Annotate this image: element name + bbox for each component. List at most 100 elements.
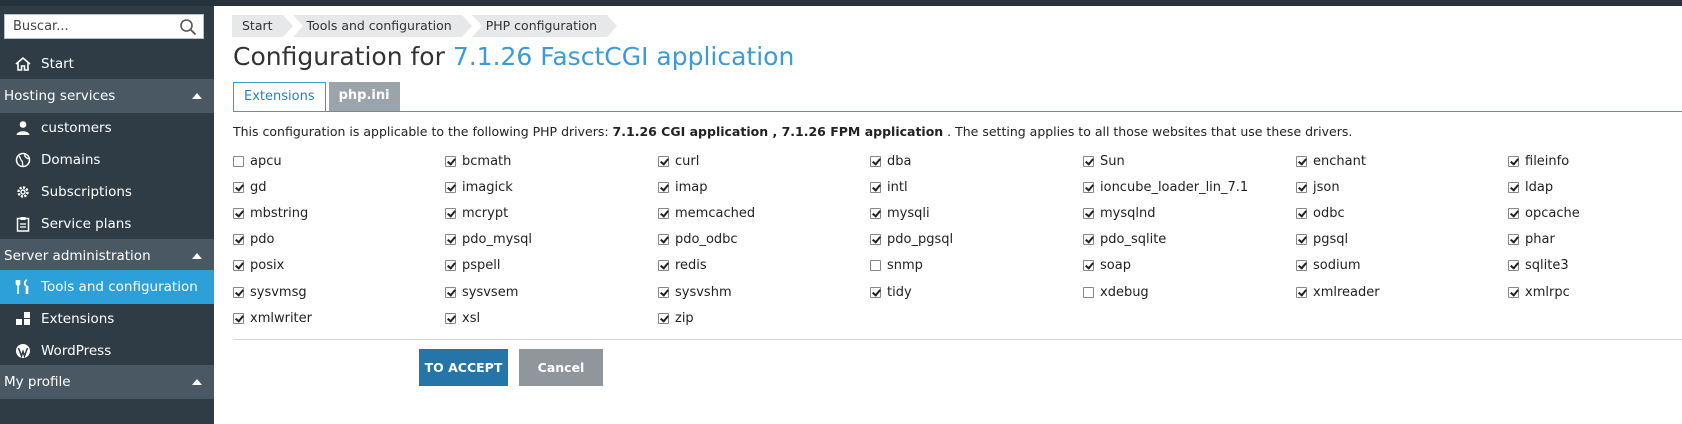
extension-checkbox[interactable] bbox=[1083, 207, 1094, 219]
extension-gd[interactable]: gd bbox=[233, 177, 267, 197]
extension-checkbox[interactable] bbox=[870, 155, 881, 167]
extension-mysqlnd[interactable]: mysqlnd bbox=[1083, 203, 1156, 223]
extension-tidy[interactable]: tidy bbox=[870, 282, 912, 302]
extension-checkbox[interactable] bbox=[658, 181, 669, 193]
extension-checkbox[interactable] bbox=[233, 286, 244, 298]
extension-sysvshm[interactable]: sysvshm bbox=[658, 282, 732, 302]
extension-enchant[interactable]: enchant bbox=[1296, 151, 1366, 171]
extension-apcu[interactable]: apcu bbox=[233, 151, 282, 171]
extension-checkbox[interactable] bbox=[870, 286, 881, 298]
accept-button[interactable]: TO ACCEPT bbox=[419, 349, 508, 386]
extension-ldap[interactable]: ldap bbox=[1508, 177, 1553, 197]
extension-soap[interactable]: soap bbox=[1083, 256, 1131, 276]
extension-memcached[interactable]: memcached bbox=[658, 203, 755, 223]
breadcrumb-start[interactable]: Start bbox=[232, 15, 293, 37]
extension-xmlrpc[interactable]: xmlrpc bbox=[1508, 282, 1570, 302]
search-input[interactable] bbox=[5, 15, 170, 38]
extension-checkbox[interactable] bbox=[1508, 155, 1519, 167]
extension-checkbox[interactable] bbox=[1296, 181, 1307, 193]
extension-checkbox[interactable] bbox=[1508, 181, 1519, 193]
extension-pdo[interactable]: pdo bbox=[233, 230, 274, 250]
breadcrumb-tools-and-configuration[interactable]: Tools and configuration bbox=[292, 15, 472, 37]
extension-checkbox[interactable] bbox=[1508, 260, 1519, 272]
extension-sun[interactable]: Sun bbox=[1083, 151, 1125, 171]
extension-pdo-mysql[interactable]: pdo_mysql bbox=[445, 230, 532, 250]
extension-pdo-odbc[interactable]: pdo_odbc bbox=[658, 230, 738, 250]
extension-json[interactable]: json bbox=[1296, 177, 1340, 197]
extension-checkbox[interactable] bbox=[445, 207, 456, 219]
search-icon[interactable] bbox=[179, 18, 197, 36]
extension-checkbox[interactable] bbox=[233, 234, 244, 246]
extension-xmlreader[interactable]: xmlreader bbox=[1296, 282, 1380, 302]
extension-mysqli[interactable]: mysqli bbox=[870, 203, 930, 223]
extension-checkbox[interactable] bbox=[233, 260, 244, 272]
extension-checkbox[interactable] bbox=[445, 312, 456, 324]
sidebar-item-customers[interactable]: customers bbox=[0, 111, 214, 145]
extension-checkbox[interactable] bbox=[870, 234, 881, 246]
section-hosting-services[interactable]: Hosting services bbox=[0, 79, 214, 113]
sidebar-item-tools-and-configuration[interactable]: Tools and configuration bbox=[0, 270, 214, 304]
extension-checkbox[interactable] bbox=[1083, 234, 1094, 246]
extension-imap[interactable]: imap bbox=[658, 177, 708, 197]
search-box[interactable] bbox=[4, 14, 204, 39]
extension-fileinfo[interactable]: fileinfo bbox=[1508, 151, 1569, 171]
extension-checkbox[interactable] bbox=[445, 260, 456, 272]
extension-odbc[interactable]: odbc bbox=[1296, 203, 1345, 223]
extension-checkbox[interactable] bbox=[1083, 155, 1094, 167]
extension-sodium[interactable]: sodium bbox=[1296, 256, 1361, 276]
extension-checkbox[interactable] bbox=[233, 312, 244, 324]
extension-checkbox[interactable] bbox=[233, 207, 244, 219]
extension-checkbox[interactable] bbox=[870, 181, 881, 193]
extension-checkbox[interactable] bbox=[1508, 286, 1519, 298]
extension-checkbox[interactable] bbox=[870, 260, 881, 272]
sidebar-item-wordpress[interactable]: WordPress bbox=[0, 334, 214, 368]
extension-xmlwriter[interactable]: xmlwriter bbox=[233, 308, 312, 328]
extension-xdebug[interactable]: xdebug bbox=[1083, 282, 1149, 302]
extension-opcache[interactable]: opcache bbox=[1508, 203, 1580, 223]
sidebar-item-start[interactable]: Start bbox=[0, 47, 214, 81]
extension-checkbox[interactable] bbox=[658, 286, 669, 298]
extension-mbstring[interactable]: mbstring bbox=[233, 203, 308, 223]
extension-checkbox[interactable] bbox=[870, 207, 881, 219]
extension-bcmath[interactable]: bcmath bbox=[445, 151, 511, 171]
extension-checkbox[interactable] bbox=[1508, 207, 1519, 219]
extension-sysvmsg[interactable]: sysvmsg bbox=[233, 282, 307, 302]
extension-checkbox[interactable] bbox=[1296, 234, 1307, 246]
sidebar-item-extensions[interactable]: Extensions bbox=[0, 302, 214, 336]
sidebar-item-subscriptions[interactable]: Subscriptions bbox=[0, 175, 214, 209]
section-my-profile[interactable]: My profile bbox=[0, 365, 214, 399]
extension-phar[interactable]: phar bbox=[1508, 230, 1555, 250]
extension-checkbox[interactable] bbox=[233, 155, 244, 167]
extension-intl[interactable]: intl bbox=[870, 177, 908, 197]
extension-sysvsem[interactable]: sysvsem bbox=[445, 282, 518, 302]
cancel-button[interactable]: Cancel bbox=[519, 349, 603, 386]
tab-php-ini[interactable]: php.ini bbox=[328, 82, 400, 112]
extension-pdo-sqlite[interactable]: pdo_sqlite bbox=[1083, 230, 1166, 250]
extension-xsl[interactable]: xsl bbox=[445, 308, 480, 328]
sidebar-item-service-plans[interactable]: Service plans bbox=[0, 207, 214, 241]
extension-dba[interactable]: dba bbox=[870, 151, 911, 171]
extension-checkbox[interactable] bbox=[658, 260, 669, 272]
sidebar-item-domains[interactable]: Domains bbox=[0, 143, 214, 177]
extension-pdo-pgsql[interactable]: pdo_pgsql bbox=[870, 230, 953, 250]
extension-sqlite3[interactable]: sqlite3 bbox=[1508, 256, 1569, 276]
extension-checkbox[interactable] bbox=[1083, 260, 1094, 272]
extension-imagick[interactable]: imagick bbox=[445, 177, 513, 197]
extension-checkbox[interactable] bbox=[1083, 286, 1094, 298]
extension-checkbox[interactable] bbox=[1296, 207, 1307, 219]
extension-mcrypt[interactable]: mcrypt bbox=[445, 203, 508, 223]
extension-checkbox[interactable] bbox=[658, 234, 669, 246]
extension-checkbox[interactable] bbox=[1508, 234, 1519, 246]
extension-posix[interactable]: posix bbox=[233, 256, 284, 276]
extension-checkbox[interactable] bbox=[233, 181, 244, 193]
extension-checkbox[interactable] bbox=[658, 207, 669, 219]
extension-checkbox[interactable] bbox=[445, 234, 456, 246]
extension-checkbox[interactable] bbox=[1296, 286, 1307, 298]
extension-checkbox[interactable] bbox=[1296, 155, 1307, 167]
extension-checkbox[interactable] bbox=[658, 312, 669, 324]
extension-checkbox[interactable] bbox=[1296, 260, 1307, 272]
section-server-administration[interactable]: Server administration bbox=[0, 239, 214, 273]
extension-checkbox[interactable] bbox=[445, 286, 456, 298]
breadcrumb-php-configuration[interactable]: PHP configuration bbox=[471, 15, 618, 37]
extension-checkbox[interactable] bbox=[1083, 181, 1094, 193]
